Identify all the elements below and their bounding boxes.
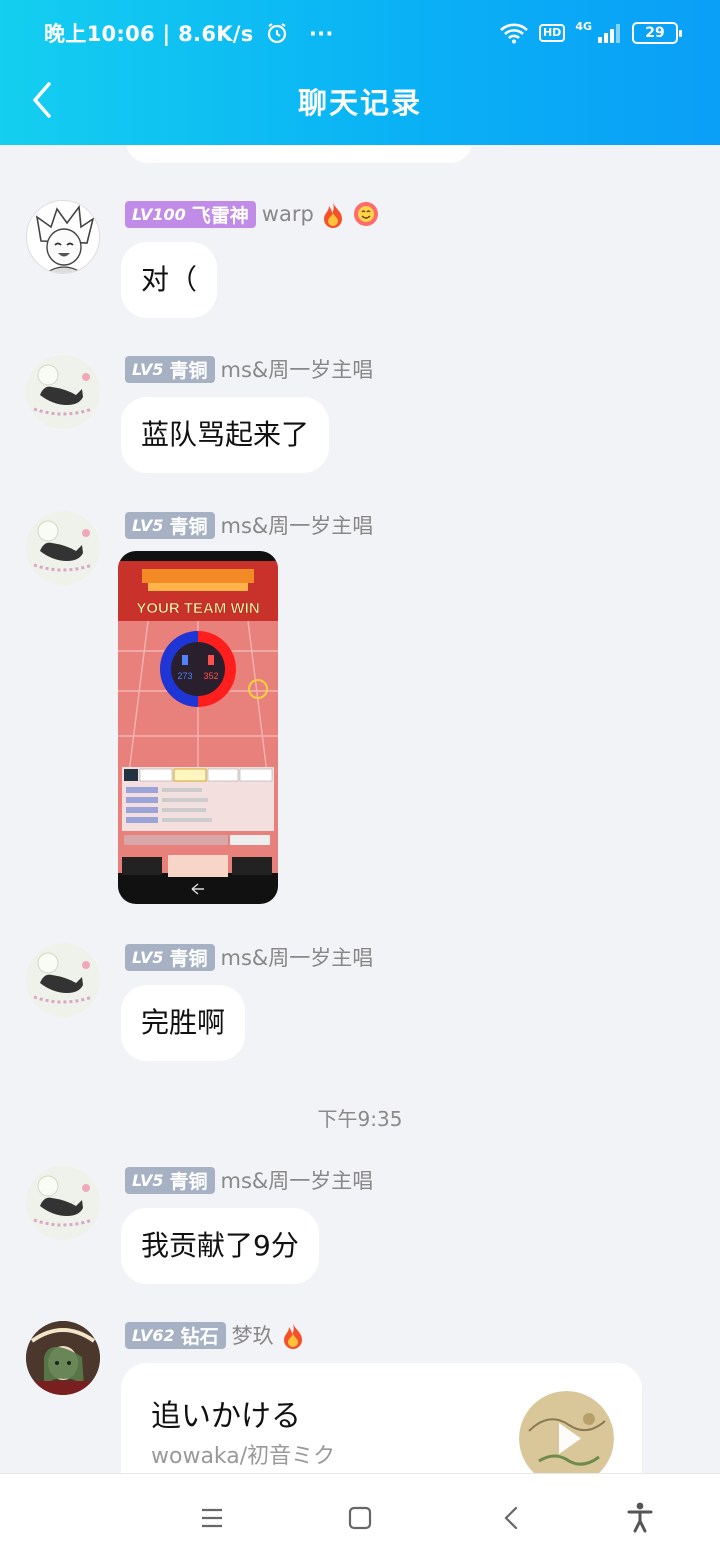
hd-badge: HD <box>538 24 566 42</box>
sender-nickname[interactable]: ms&周一岁主唱 <box>221 510 374 540</box>
level-label: LV100 <box>132 204 186 224</box>
accessibility-button[interactable] <box>620 1500 660 1536</box>
chat-message: LV5 青铜 ms&周一岁主唱 我贡献了9分 <box>0 1166 720 1296</box>
chat-message: LV100 飞雷神 warp 对（ <box>0 200 720 330</box>
message-bubble[interactable]: 完胜啊 <box>121 985 246 1061</box>
avatar[interactable] <box>26 1166 100 1240</box>
smiley-icon <box>353 202 378 226</box>
level-badge: LV5 青铜 <box>125 355 215 383</box>
level-label: LV5 <box>132 1170 164 1190</box>
avatar[interactable] <box>26 355 100 429</box>
level-badge: LV100 飞雷神 <box>125 200 256 228</box>
nav-back-icon <box>504 1506 518 1530</box>
previous-message-bubble[interactable] <box>126 145 472 163</box>
album-cover[interactable] <box>519 1391 614 1473</box>
chat-history[interactable]: LV100 飞雷神 warp 对（ LV5 青铜 ms&周一岁主唱 蓝队骂起来了… <box>0 145 720 1473</box>
avatar[interactable] <box>26 511 100 585</box>
song-artist: wowaka/初音ミク <box>151 1444 336 1469</box>
system-nav-bar <box>0 1473 720 1560</box>
app-header: 晚上10:06 | 8.6K/s ··· HD 4G 29 聊天记录 <box>0 0 720 145</box>
blue-score: 273 <box>177 671 192 681</box>
level-label: LV62 <box>132 1325 175 1345</box>
rank-label: 青铜 <box>169 359 208 382</box>
rank-label: 飞雷神 <box>191 204 249 227</box>
level-label: LV5 <box>132 947 164 967</box>
page-title: 聊天记录 <box>297 86 422 120</box>
signal-icon <box>598 24 620 43</box>
sender-nickname[interactable]: ms&周一岁主唱 <box>221 942 374 972</box>
wifi-icon <box>500 23 528 44</box>
home-icon <box>348 1506 372 1530</box>
nav-back-button[interactable] <box>492 1500 532 1536</box>
rank-label: 青铜 <box>169 1170 208 1193</box>
rank-label: 钻石 <box>180 1325 219 1348</box>
sender-nickname[interactable]: ms&周一岁主唱 <box>221 1165 374 1195</box>
message-bubble[interactable]: 蓝队骂起来了 <box>121 397 330 473</box>
red-score: 352 <box>203 671 218 681</box>
menu-button[interactable] <box>192 1500 232 1536</box>
music-share-card[interactable]: 追いかける wowaka/初音ミク <box>121 1363 642 1473</box>
sender-nickname[interactable]: ms&周一岁主唱 <box>221 354 374 384</box>
menu-icon <box>202 1508 222 1528</box>
fire-icon <box>323 202 342 228</box>
song-title: 追いかける <box>151 1399 301 1434</box>
image-caption: YOUR TEAM WIN <box>136 600 259 617</box>
avatar[interactable] <box>26 943 100 1017</box>
sender-nickname[interactable]: warp <box>262 202 314 226</box>
status-more-icon: ··· <box>308 22 334 46</box>
timestamp: 下午9:35 <box>317 1107 403 1131</box>
home-button[interactable] <box>340 1500 380 1536</box>
message-bubble[interactable]: 我贡献了9分 <box>121 1208 319 1284</box>
rank-label: 青铜 <box>169 947 208 970</box>
chat-message: LV5 青铜 ms&周一岁主唱 完胜啊 <box>0 943 720 1073</box>
network-type: 4G <box>575 20 592 33</box>
accessibility-icon <box>627 1502 653 1533</box>
chat-message: LV5 青铜 ms&周一岁主唱 YOUR TEAM WIN 273 352 <box>0 511 720 911</box>
fire-icon <box>283 1323 302 1349</box>
battery-indicator: 29 <box>632 22 682 44</box>
level-label: LV5 <box>132 359 164 379</box>
chat-message: LV62 钻石 梦玖 追いかける wowaka/初音ミク <box>0 1321 720 1473</box>
avatar[interactable] <box>26 1321 100 1395</box>
level-badge: LV5 青铜 <box>125 511 215 539</box>
level-badge: LV5 青铜 <box>125 943 215 971</box>
image-message[interactable]: YOUR TEAM WIN 273 352 <box>118 551 278 904</box>
message-bubble[interactable]: 对（ <box>121 242 218 318</box>
sender-nickname[interactable]: 梦玖 <box>232 1320 274 1350</box>
level-badge: LV5 青铜 <box>125 1166 215 1194</box>
alarm-icon <box>268 23 287 44</box>
rank-label: 青铜 <box>169 515 208 538</box>
status-time-speed: 晚上10:06 | 8.6K/s <box>44 22 254 46</box>
status-bar: 晚上10:06 | 8.6K/s ··· HD 4G 29 <box>0 0 720 66</box>
level-badge: LV62 钻石 <box>125 1321 226 1349</box>
level-label: LV5 <box>132 515 164 535</box>
chat-message: LV5 青铜 ms&周一岁主唱 蓝队骂起来了 <box>0 355 720 485</box>
avatar[interactable] <box>26 200 100 274</box>
